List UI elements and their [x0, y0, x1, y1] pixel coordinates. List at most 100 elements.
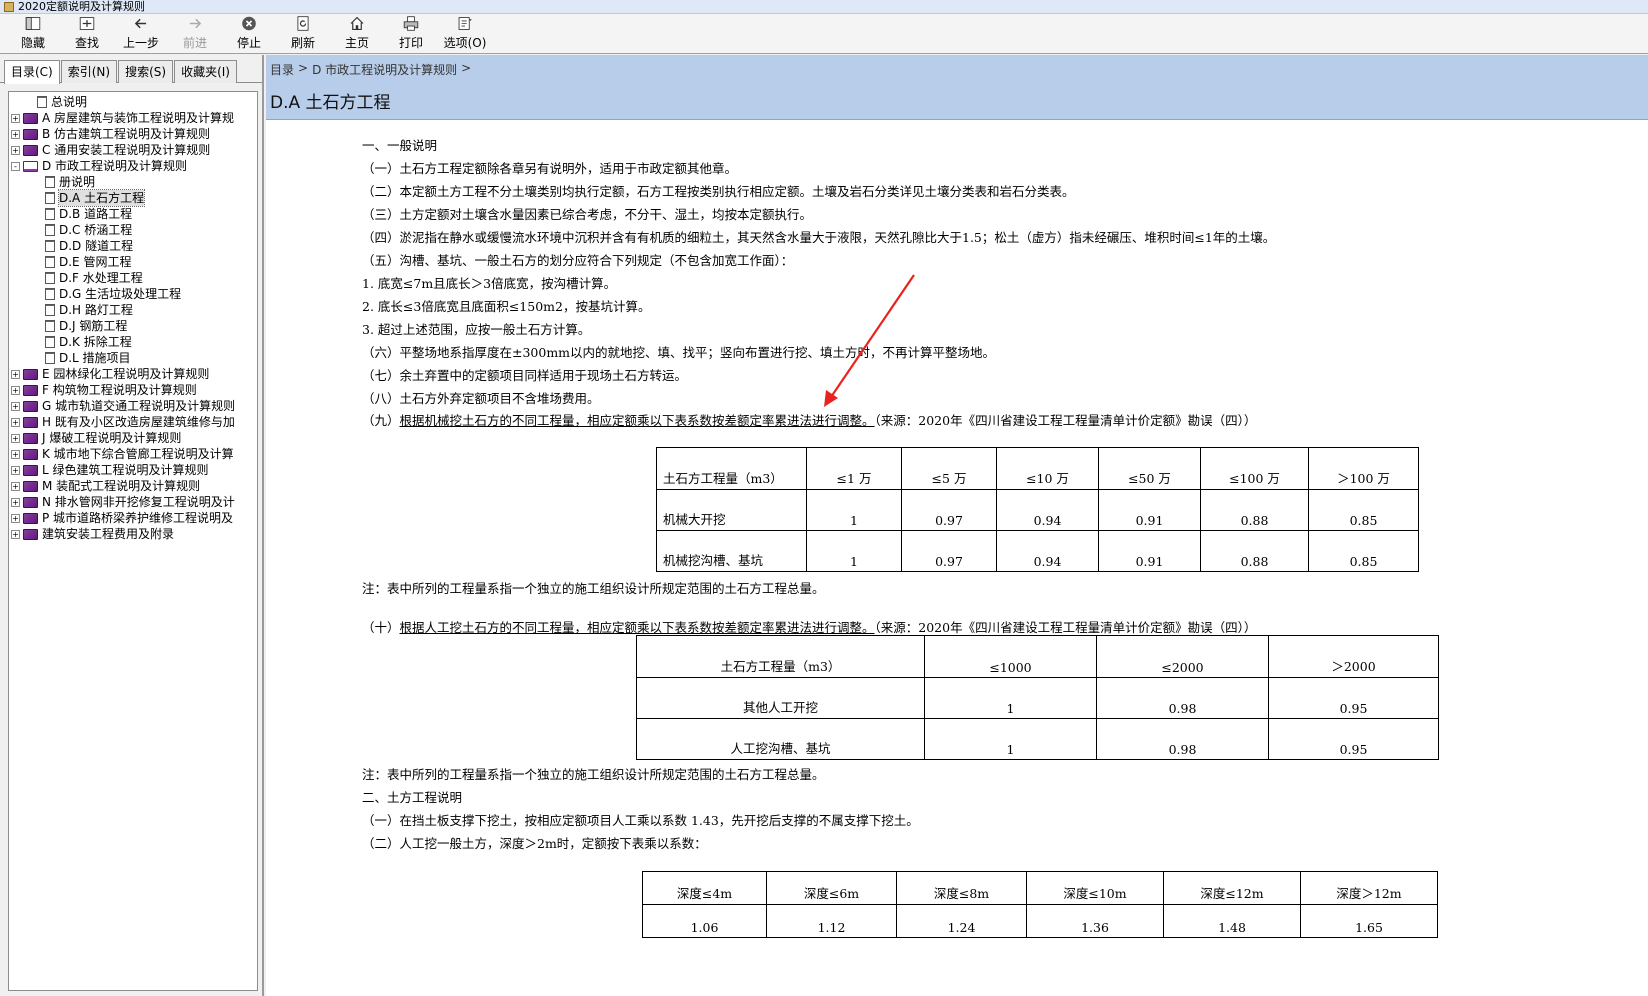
- breadcrumb: 目录 > D 市政工程说明及计算规则 >: [270, 55, 1648, 78]
- table-cell: 1.65: [1300, 904, 1438, 938]
- expand-toggle-icon[interactable]: +: [11, 113, 20, 123]
- table-cell: 0.91: [1098, 530, 1201, 572]
- table-cell: 1.12: [766, 904, 897, 938]
- tree-item[interactable]: D.F 水处理工程: [9, 270, 257, 286]
- breadcrumb-link-contents[interactable]: 目录: [270, 61, 294, 78]
- expand-toggle-icon[interactable]: +: [11, 513, 20, 523]
- forward-button[interactable]: 前进: [168, 15, 222, 53]
- tree-item[interactable]: 册说明: [9, 174, 257, 190]
- tree-item[interactable]: + A 房屋建筑与装饰工程说明及计算规: [9, 110, 257, 126]
- tree-item[interactable]: + G 城市轨道交通工程说明及计算规则: [9, 398, 257, 414]
- table-cell: 深度≤6m: [766, 871, 897, 905]
- tree-item[interactable]: + B 仿古建筑工程说明及计算规则: [9, 126, 257, 142]
- tree-item[interactable]: D.B 道路工程: [9, 206, 257, 222]
- table-cell: 0.98: [1096, 718, 1269, 760]
- locate-label: 查找: [74, 36, 99, 50]
- expand-toggle-icon[interactable]: +: [11, 449, 20, 459]
- tree-item[interactable]: D.A 土石方工程: [9, 189, 257, 207]
- tree-item[interactable]: + E 园林绿化工程说明及计算规则: [9, 366, 257, 382]
- expand-toggle-icon[interactable]: +: [11, 401, 20, 411]
- expand-toggle-icon[interactable]: +: [11, 497, 20, 507]
- page-icon: [45, 192, 55, 204]
- table-cell: ≤2000: [1096, 635, 1269, 678]
- expand-toggle-icon[interactable]: +: [11, 145, 20, 155]
- options-button[interactable]: 选项(O): [438, 15, 492, 53]
- tree-item[interactable]: D.L 措施项目: [9, 350, 257, 366]
- table-row: 土石方工程量（m3） ≤1000 ≤2000 ＞2000: [636, 635, 1439, 678]
- home-button[interactable]: 主页: [330, 15, 384, 53]
- tree-item[interactable]: D.C 桥涵工程: [9, 222, 257, 238]
- tree-item[interactable]: + P 城市道路桥梁养护维修工程说明及: [9, 510, 257, 526]
- table-row: 土石方工程量（m3） ≤1 万 ≤5 万 ≤10 万 ≤50 万 ≤100 万＞100 万: [656, 447, 1419, 490]
- table-cell: 深度≤8m: [896, 871, 1027, 905]
- tree-item[interactable]: - D 市政工程说明及计算规则: [9, 158, 257, 174]
- tab-index[interactable]: 索引(N): [60, 60, 118, 83]
- page-icon: [45, 256, 55, 268]
- tree-item[interactable]: D.K 拆除工程: [9, 334, 257, 350]
- tree-item[interactable]: + J 爆破工程说明及计算规则: [9, 430, 257, 446]
- closed-book-icon: [23, 400, 38, 412]
- tab-favorites[interactable]: 收藏夹(I): [174, 60, 237, 83]
- hide-button[interactable]: 隐藏: [6, 15, 60, 53]
- text-run: （一）土石方工程定额除各章另有说明外，适用于市政定额其他章。: [362, 161, 738, 176]
- tree-item[interactable]: + M 装配式工程说明及计算规则: [9, 478, 257, 494]
- navigation-pane: 目录(C) 索引(N) 搜索(S) 收藏夹(I) 总说明 + A 房屋建筑与装饰工程…: [0, 55, 264, 996]
- annotation-arrow-head: [824, 390, 838, 407]
- table-cell: 机械挖沟槽、基坑: [656, 530, 807, 572]
- tree-item[interactable]: D.H 路灯工程: [9, 302, 257, 318]
- table-cell: 机械大开挖: [656, 489, 807, 531]
- tree-item[interactable]: + H 既有及小区改造房屋建筑维修与加: [9, 414, 257, 430]
- expand-toggle-icon[interactable]: +: [11, 481, 20, 491]
- table-note: 注：表中所列的工程量系指一个独立的施工组织设计所规定范围的土石方工程总量。: [362, 581, 825, 596]
- tree-item-label: L 绿色建筑工程说明及计算规则: [42, 463, 209, 477]
- stop-button[interactable]: 停止: [222, 15, 276, 53]
- back-button[interactable]: 上一步: [114, 15, 168, 53]
- table-cell: 0.94: [996, 489, 1099, 531]
- tab-search[interactable]: 搜索(S): [118, 60, 174, 83]
- tree-item-label: M 装配式工程说明及计算规则: [42, 479, 201, 493]
- toolbar: 隐藏 查找 上一步 前进 停止 刷新 主页 打印 选项(O): [0, 14, 1648, 54]
- collapse-toggle-icon[interactable]: -: [11, 161, 20, 171]
- back-arrow-icon: [134, 18, 147, 29]
- breadcrumb-link-municipal[interactable]: D 市政工程说明及计算规则: [312, 61, 457, 78]
- underlined-text: 根据机械挖土石方的不同工程量，相应定额乘以下表系数按差额定率累进法进行调整。: [399, 413, 875, 428]
- print-button[interactable]: 打印: [384, 15, 438, 53]
- content-pane: 目录 > D 市政工程说明及计算规则 > D.A 土石方工程 一、一般说明 （一）…: [266, 55, 1648, 996]
- tree-item[interactable]: D.D 隧道工程: [9, 238, 257, 254]
- expand-toggle-icon[interactable]: +: [11, 385, 20, 395]
- tree-item[interactable]: + K 城市地下综合管廊工程说明及计算: [9, 446, 257, 462]
- table-cell: 0.88: [1200, 530, 1309, 572]
- tree-item[interactable]: + C 通用安装工程说明及计算规则: [9, 142, 257, 158]
- source-note: （来源：2020年《四川省建设工程工程量清单计价定额》勘误（四））: [874, 620, 1257, 635]
- tree-item-label: D.G 生活垃圾处理工程: [59, 287, 182, 301]
- expand-toggle-icon[interactable]: +: [11, 465, 20, 475]
- table-row: 机械挖沟槽、基坑 1 0.97 0.94 0.91 0.88 0.85: [656, 530, 1419, 572]
- options-label: 选项(O): [443, 36, 487, 50]
- annotation-arrow-shaft: [828, 274, 915, 401]
- expand-toggle-icon[interactable]: +: [11, 417, 20, 427]
- tree-item-label: D.C 桥涵工程: [59, 223, 133, 237]
- options-icon: [458, 17, 472, 30]
- tree-item[interactable]: D.E 管网工程: [9, 254, 257, 270]
- tree-item[interactable]: 总说明: [9, 94, 257, 110]
- paragraph-line: （六）平整场地系指厚度在±300mm以内的就地挖、填、找平；竖向布置进行挖、填土…: [362, 342, 995, 361]
- tree-item-label: D.F 水处理工程: [59, 271, 143, 285]
- tree-item[interactable]: D.J 钢筋工程: [9, 318, 257, 334]
- tree-item[interactable]: + F 构筑物工程说明及计算规则: [9, 382, 257, 398]
- expand-toggle-icon[interactable]: +: [11, 129, 20, 139]
- expand-toggle-icon[interactable]: +: [11, 433, 20, 443]
- locate-button[interactable]: 查找: [60, 15, 114, 53]
- tree-item[interactable]: D.G 生活垃圾处理工程: [9, 286, 257, 302]
- tree-item-label: D.J 钢筋工程: [59, 319, 128, 333]
- tab-contents[interactable]: 目录(C): [4, 60, 60, 84]
- closed-book-icon: [23, 512, 38, 524]
- table-cell: 深度≤4m: [642, 871, 767, 905]
- table-cell: ＞100 万: [1308, 447, 1419, 490]
- tree-item[interactable]: + N 排水管网非开挖修复工程说明及计: [9, 494, 257, 510]
- table-cell: 0.94: [996, 530, 1099, 572]
- expand-toggle-icon[interactable]: +: [11, 529, 20, 539]
- refresh-button[interactable]: 刷新: [276, 15, 330, 53]
- tree-item[interactable]: + L 绿色建筑工程说明及计算规则: [9, 462, 257, 478]
- tree-item[interactable]: + 建筑安装工程费用及附录: [9, 526, 257, 542]
- expand-toggle-icon[interactable]: +: [11, 369, 20, 379]
